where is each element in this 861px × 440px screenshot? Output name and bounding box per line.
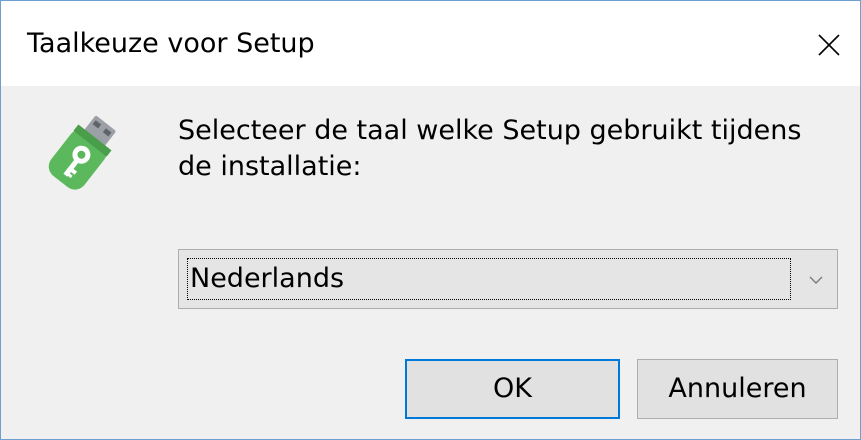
close-button[interactable] [788,1,860,86]
chevron-down-icon [809,276,823,284]
language-select-arrow[interactable] [793,250,837,308]
instruction-text: Selecteer de taal welke Setup gebruikt t… [178,115,802,182]
language-select-value: Nederlands [187,258,791,300]
setup-usb-key-icon [39,113,131,197]
cancel-button[interactable]: Annuleren [637,359,838,419]
language-dialog: Taalkeuze voor Setup Selecteer de taal w… [0,0,861,440]
title-bar: Taalkeuze voor Setup [1,1,860,86]
close-icon [818,34,840,56]
window-title: Taalkeuze voor Setup [27,28,315,59]
ok-button[interactable]: OK [405,359,620,419]
language-select[interactable]: Nederlands [178,249,838,309]
